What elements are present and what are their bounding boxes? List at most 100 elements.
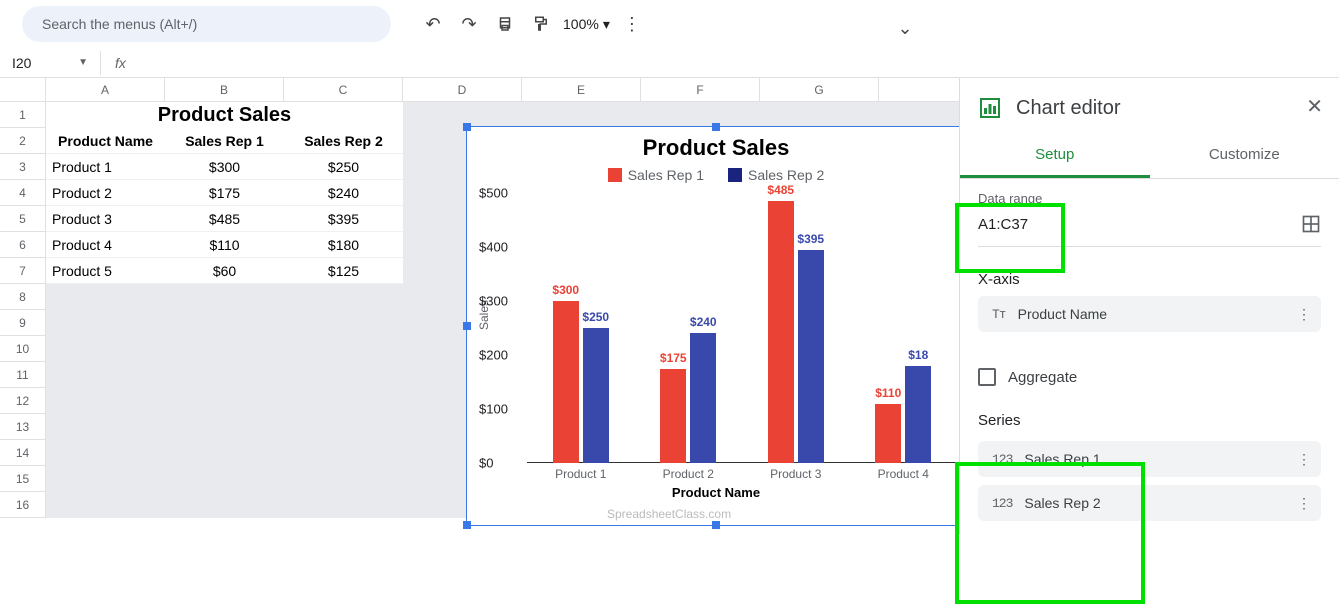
menu-search-input[interactable]: Search the menus (Alt+/) bbox=[22, 6, 391, 42]
x-tick: Product 2 bbox=[663, 467, 714, 481]
watermark: SpreadsheetClass.com bbox=[607, 507, 731, 521]
chart-title: Product Sales bbox=[467, 135, 959, 161]
cell[interactable]: $250 bbox=[284, 154, 403, 180]
tab-customize[interactable]: Customize bbox=[1150, 134, 1339, 178]
expand-toolbar-icon[interactable]: ⌄ bbox=[891, 14, 919, 42]
cell[interactable]: $175 bbox=[165, 180, 284, 206]
column-header[interactable]: B bbox=[165, 78, 284, 101]
cell[interactable]: $485 bbox=[165, 206, 284, 232]
more-icon[interactable]: ⋮ bbox=[618, 10, 646, 38]
cell[interactable]: Product 5 bbox=[46, 258, 165, 284]
sheet-title-cell[interactable]: Product Sales bbox=[46, 102, 403, 128]
row-header[interactable]: 8 bbox=[0, 284, 46, 310]
more-icon[interactable]: ⋮ bbox=[1297, 495, 1311, 512]
resize-handle[interactable] bbox=[712, 521, 720, 529]
redo-icon[interactable]: ↷ bbox=[455, 10, 483, 38]
annotation-highlight bbox=[955, 203, 1065, 273]
row-header[interactable]: 7 bbox=[0, 258, 46, 284]
zoom-select[interactable]: 100% ▾ bbox=[563, 16, 610, 33]
undo-icon[interactable]: ↶ bbox=[419, 10, 447, 38]
chart-bar bbox=[905, 366, 931, 463]
row-header[interactable]: 3 bbox=[0, 154, 46, 180]
bar-value-label: $250 bbox=[582, 310, 609, 324]
x-tick: Product 1 bbox=[555, 467, 606, 481]
y-tick: $400 bbox=[479, 240, 508, 255]
column-header[interactable]: F bbox=[641, 78, 760, 101]
y-tick: $300 bbox=[479, 294, 508, 309]
cell[interactable]: Sales Rep 2 bbox=[284, 128, 403, 154]
select-all-corner[interactable] bbox=[0, 78, 46, 101]
annotation-highlight bbox=[955, 462, 1145, 604]
legend-swatch bbox=[608, 168, 622, 182]
column-header[interactable]: G bbox=[760, 78, 879, 101]
cell[interactable]: $60 bbox=[165, 258, 284, 284]
xaxis-chip[interactable]: Tᴛ Product Name ⋮ bbox=[978, 296, 1321, 332]
print-icon[interactable] bbox=[491, 10, 519, 38]
row-header[interactable]: 1 bbox=[0, 102, 46, 128]
row-header[interactable]: 9 bbox=[0, 310, 46, 336]
resize-handle[interactable] bbox=[463, 123, 471, 131]
cell[interactable]: $110 bbox=[165, 232, 284, 258]
toolbar: Search the menus (Alt+/) ↶ ↷ 100% ▾ ⋮ ⌄ bbox=[0, 0, 1339, 48]
cell[interactable]: $240 bbox=[284, 180, 403, 206]
row-header[interactable]: 13 bbox=[0, 414, 46, 440]
cell[interactable]: $395 bbox=[284, 206, 403, 232]
x-tick: Product 3 bbox=[770, 467, 821, 481]
select-range-icon[interactable] bbox=[1301, 214, 1321, 234]
resize-handle[interactable] bbox=[463, 521, 471, 529]
spreadsheet-area[interactable]: A B C D E F G 1 2 3 4 5 6 7 8 9 10 11 12… bbox=[0, 78, 959, 534]
cell[interactable]: $125 bbox=[284, 258, 403, 284]
paint-format-icon[interactable] bbox=[527, 10, 555, 38]
row-header[interactable]: 12 bbox=[0, 388, 46, 414]
more-icon[interactable]: ⋮ bbox=[1297, 306, 1311, 323]
chart-bar bbox=[690, 333, 716, 463]
row-header[interactable]: 2 bbox=[0, 128, 46, 154]
cell[interactable]: Product 1 bbox=[46, 154, 165, 180]
cell[interactable]: Product 4 bbox=[46, 232, 165, 258]
resize-handle[interactable] bbox=[463, 322, 471, 330]
aggregate-checkbox[interactable]: Aggregate bbox=[960, 360, 1339, 394]
bar-value-label: $175 bbox=[660, 351, 687, 365]
checkbox-icon[interactable] bbox=[978, 368, 996, 386]
embedded-chart[interactable]: Product Sales Sales Rep 1 Sales Rep 2 Sa… bbox=[466, 126, 959, 526]
row-header[interactable]: 16 bbox=[0, 492, 46, 518]
row-header[interactable]: 4 bbox=[0, 180, 46, 206]
series-label: Series bbox=[978, 412, 1321, 429]
cell[interactable]: Product 3 bbox=[46, 206, 165, 232]
row-header[interactable]: 5 bbox=[0, 206, 46, 232]
cell-name-box[interactable]: I20 ▼ bbox=[0, 55, 100, 71]
row-header[interactable]: 10 bbox=[0, 336, 46, 362]
y-tick: $500 bbox=[479, 186, 508, 201]
tab-setup[interactable]: Setup bbox=[960, 134, 1150, 178]
chart-plot-area: Sales $0$100$200$300$400$500 $300$250$17… bbox=[527, 193, 955, 463]
y-tick: $100 bbox=[479, 402, 508, 417]
cell[interactable]: $180 bbox=[284, 232, 403, 258]
close-button[interactable]: ✕ bbox=[1306, 94, 1323, 119]
editor-tabs: Setup Customize bbox=[960, 134, 1339, 179]
chart-bar bbox=[798, 250, 824, 463]
chevron-down-icon: ▾ bbox=[603, 16, 610, 33]
column-header[interactable]: A bbox=[46, 78, 165, 101]
cell[interactable]: Product Name bbox=[46, 128, 165, 154]
text-type-icon: Tᴛ bbox=[992, 307, 1006, 322]
data-region[interactable]: Product Sales Product Name Sales Rep 1 S… bbox=[46, 102, 403, 284]
row-header[interactable]: 15 bbox=[0, 466, 46, 492]
column-header[interactable]: E bbox=[522, 78, 641, 101]
row-header[interactable]: 14 bbox=[0, 440, 46, 466]
row-header[interactable]: 6 bbox=[0, 232, 46, 258]
resize-handle[interactable] bbox=[712, 123, 720, 131]
more-icon[interactable]: ⋮ bbox=[1297, 451, 1311, 468]
xaxis-label: X-axis bbox=[978, 271, 1321, 288]
column-header[interactable]: D bbox=[403, 78, 522, 101]
chart-bar bbox=[583, 328, 609, 463]
cell[interactable]: Sales Rep 1 bbox=[165, 128, 284, 154]
column-header[interactable]: C bbox=[284, 78, 403, 101]
formula-bar: I20 ▼ fx bbox=[0, 48, 1339, 78]
chart-icon bbox=[978, 96, 1002, 120]
cell[interactable]: $300 bbox=[165, 154, 284, 180]
row-header[interactable]: 11 bbox=[0, 362, 46, 388]
chart-bar bbox=[660, 369, 686, 464]
cell[interactable]: Product 2 bbox=[46, 180, 165, 206]
search-placeholder: Search the menus (Alt+/) bbox=[42, 16, 197, 32]
bar-value-label: $300 bbox=[552, 283, 579, 297]
